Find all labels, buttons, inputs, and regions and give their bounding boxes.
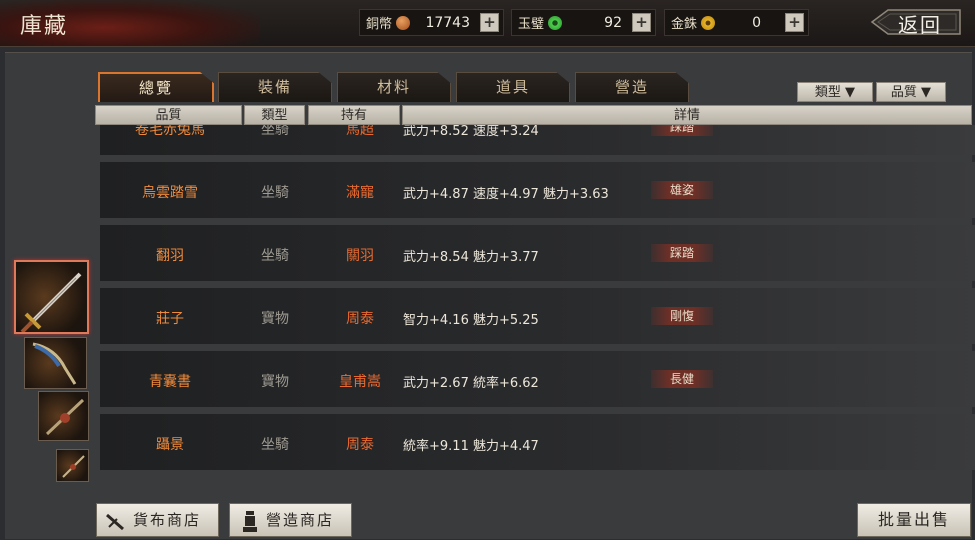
list-item[interactable]: 烏雲踏雪 坐騎 滿寵 武力+4.87 速度+4.97 魅力+3.63 雄姿 <box>100 162 975 218</box>
item-skill-badge: 踩踏 <box>651 244 713 262</box>
knife-icon <box>106 513 124 531</box>
copper-coin-icon <box>396 15 411 30</box>
item-thumbnail[interactable] <box>56 449 89 482</box>
tab-construction[interactable]: 營造 <box>575 72 689 102</box>
item-thumbnail[interactable] <box>24 337 87 389</box>
item-owner: 關羽 <box>346 248 374 264</box>
gold-coin-icon <box>701 15 716 30</box>
column-header-owner[interactable]: 持有 <box>308 105 400 125</box>
jade-coin-icon <box>548 15 563 30</box>
weapon-icon <box>62 455 85 478</box>
resource-label: 金銖 <box>671 17 698 32</box>
list-item[interactable]: 青囊書 寶物 皇甫嵩 武力+2.67 統率+6.62 長健 <box>100 351 975 407</box>
item-owner: 皇甫嵩 <box>339 374 381 390</box>
item-thumbnail[interactable] <box>38 391 89 441</box>
item-type: 寶物 <box>261 311 289 327</box>
tab-materials[interactable]: 材料 <box>337 72 451 102</box>
blade-icon <box>32 342 77 385</box>
item-owner: 馬超 <box>346 125 374 138</box>
item-owner: 周泰 <box>346 437 374 453</box>
resource-value: 92 <box>604 14 622 31</box>
currency-shop-button[interactable]: 貨布商店 <box>96 503 219 537</box>
item-stats: 武力+8.52 速度+3.24 <box>403 125 539 139</box>
bulk-sell-button[interactable]: 批量出售 <box>857 503 971 537</box>
add-jade-button[interactable]: + <box>632 13 651 32</box>
column-header-details: 詳情 <box>402 105 972 125</box>
item-skill-badge: 長健 <box>651 370 713 388</box>
add-copper-button[interactable]: + <box>480 13 499 32</box>
item-thumbnail-selected[interactable] <box>14 260 89 334</box>
item-type: 坐騎 <box>261 437 289 453</box>
top-bar: 庫藏 銅幣 17743 + 玉璧 92 + 金銖 0 + 返回 <box>0 0 975 47</box>
item-stats: 武力+8.54 魅力+3.77 <box>403 250 539 265</box>
construction-shop-button[interactable]: 營造商店 <box>229 503 352 537</box>
resource-value: 17743 <box>425 14 470 31</box>
item-skill-badge: 剛愎 <box>651 307 713 325</box>
quality-filter-dropdown[interactable]: 品質 ▼ <box>876 82 946 102</box>
tab-overview[interactable]: 總覽 <box>98 72 214 102</box>
item-owner: 滿寵 <box>346 185 374 201</box>
tower-icon <box>243 511 257 532</box>
list-item[interactable]: 莊子 寶物 周泰 智力+4.16 魅力+5.25 剛愎 <box>100 288 975 344</box>
item-type: 坐騎 <box>261 125 289 138</box>
resource-value: 0 <box>752 14 761 31</box>
resource-jade: 玉璧 92 + <box>511 9 656 36</box>
item-name: 青囊書 <box>149 374 191 390</box>
spear-icon <box>45 398 85 436</box>
list-item[interactable]: 躡景 坐騎 周泰 統率+9.11 魅力+4.47 <box>100 414 975 470</box>
item-owner: 周泰 <box>346 311 374 327</box>
item-list[interactable]: 卷毛赤兔馬 坐騎 馬超 武力+8.52 速度+3.24 踩踏 烏雲踏雪 坐騎 滿… <box>100 125 975 480</box>
tab-items[interactable]: 道具 <box>456 72 570 102</box>
resource-copper: 銅幣 17743 + <box>359 9 504 36</box>
resource-label: 玉璧 <box>518 17 545 32</box>
column-header-quality[interactable]: 品質 <box>95 105 242 125</box>
item-stats: 武力+2.67 統率+6.62 <box>403 376 539 391</box>
list-item[interactable]: 卷毛赤兔馬 坐騎 馬超 武力+8.52 速度+3.24 踩踏 <box>100 125 975 155</box>
item-name: 烏雲踏雪 <box>142 185 198 201</box>
item-skill-badge: 雄姿 <box>651 181 713 199</box>
item-type: 寶物 <box>261 374 289 390</box>
item-stats: 統率+9.11 魅力+4.47 <box>403 439 539 454</box>
back-button[interactable]: 返回 <box>868 6 964 38</box>
sword-icon <box>20 272 82 332</box>
tab-equipment[interactable]: 裝備 <box>218 72 332 102</box>
back-label: 返回 <box>898 13 942 37</box>
item-name: 卷毛赤兔馬 <box>135 125 205 138</box>
currency-shop-label: 貨布商店 <box>133 511 202 529</box>
item-name: 躡景 <box>156 437 184 453</box>
item-name: 翻羽 <box>156 248 184 264</box>
item-type: 坐騎 <box>261 185 289 201</box>
item-stats: 智力+4.16 魅力+5.25 <box>403 313 539 328</box>
add-gold-button[interactable]: + <box>785 13 804 32</box>
item-name: 莊子 <box>156 311 184 327</box>
resource-label: 銅幣 <box>366 17 393 32</box>
column-header-type[interactable]: 類型 <box>244 105 305 125</box>
item-skill-badge: 踩踏 <box>651 125 713 136</box>
construction-shop-label: 營造商店 <box>266 511 335 529</box>
list-item[interactable]: 翻羽 坐騎 關羽 武力+8.54 魅力+3.77 踩踏 <box>100 225 975 281</box>
page-title: 庫藏 <box>20 14 69 39</box>
type-filter-dropdown[interactable]: 類型 ▼ <box>797 82 873 102</box>
item-stats: 武力+4.87 速度+4.97 魅力+3.63 <box>403 187 609 202</box>
resource-gold: 金銖 0 + <box>664 9 809 36</box>
item-type: 坐騎 <box>261 248 289 264</box>
